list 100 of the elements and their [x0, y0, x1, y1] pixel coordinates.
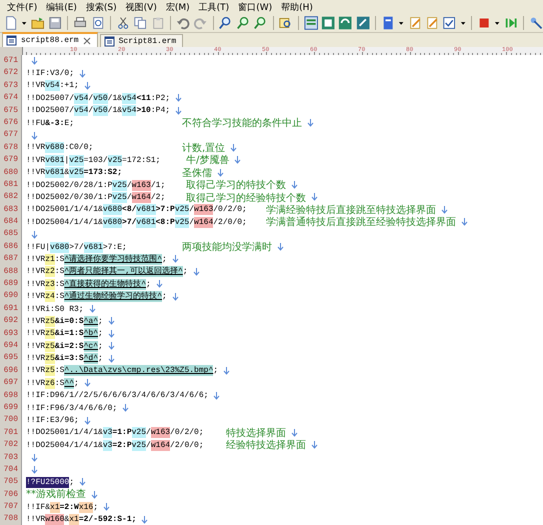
code-text: !!VR: [26, 316, 46, 327]
line-break-icon: [217, 168, 224, 177]
flag-token: w164: [150, 440, 170, 451]
variable-token: v50: [93, 105, 108, 116]
copy-icon[interactable]: [133, 15, 148, 31]
document-icon[interactable]: [380, 15, 396, 31]
flag-token: w163: [194, 204, 214, 216]
pin-icon[interactable]: [528, 15, 543, 31]
line-break-icon: [88, 305, 96, 313]
variable-token: v25: [132, 440, 146, 451]
menu-item[interactable]: 宏(M): [162, 0, 196, 14]
line-number: 671: [0, 55, 22, 68]
line-break-icon: [91, 490, 98, 499]
code-text: /1&: [108, 92, 122, 104]
code-comment: 学满经验特技后直接跳至特技选择界面: [266, 204, 436, 216]
line-break-icon: [311, 193, 318, 202]
find-in-files-icon[interactable]: [278, 15, 293, 31]
variable-token: v25: [69, 167, 84, 178]
line-number: 679: [0, 154, 22, 167]
line-break-icon: [291, 181, 298, 190]
checklist-icon[interactable]: [442, 15, 457, 31]
code-text: &i=3:S: [54, 353, 84, 364]
code-text: |: [64, 154, 70, 166]
line-break-icon: [79, 478, 86, 486]
code-text: /: [146, 440, 151, 451]
line-break-icon: [311, 441, 318, 450]
search-icon[interactable]: [218, 15, 233, 31]
line-break-icon: [31, 132, 38, 140]
close-icon[interactable]: [82, 36, 91, 44]
code-text: /0/2/0;: [213, 204, 247, 216]
line-break-icon: [213, 392, 220, 400]
save-icon[interactable]: [48, 15, 62, 31]
line-break-icon: [84, 82, 91, 90]
find-next-icon[interactable]: [236, 15, 250, 31]
code-text: !!VR: [26, 365, 46, 376]
line-number: 694: [0, 340, 22, 352]
code-comment: 两项技能均没学满时: [182, 240, 272, 254]
code-comment: 取得己学习的特技个数: [186, 178, 286, 192]
menu-item[interactable]: 窗口(W): [235, 0, 278, 14]
code-text: /0/2/0;: [170, 427, 204, 438]
variable-token: v680: [102, 204, 122, 216]
code-text: <8:P: [156, 216, 175, 228]
variable-token: v680: [102, 216, 122, 228]
menu-item[interactable]: 编辑(E): [43, 0, 83, 14]
line-number: 691: [0, 302, 22, 316]
code-comment: 经验特技选择界面: [226, 438, 306, 452]
code-text: =173:S2;: [84, 167, 122, 178]
code-text: !!VR: [26, 328, 46, 340]
code-text: !!IF:V3/0;: [26, 68, 74, 80]
code-text: :S: [54, 254, 64, 265]
line-break-icon: [31, 230, 38, 239]
code-text: !!VR: [26, 154, 46, 166]
code-text: >10: [136, 105, 151, 116]
code-text: :S: [54, 266, 64, 278]
code-text: /: [88, 92, 94, 104]
code-text: !!VR: [26, 266, 46, 278]
code-text: &i=0:S: [54, 316, 84, 327]
menu-item[interactable]: 工具(T): [196, 0, 236, 14]
code-comment: 计数,置位: [182, 142, 226, 154]
menu-item[interactable]: 视图(V): [122, 0, 163, 14]
code-text: :S: [54, 278, 64, 290]
menu-item[interactable]: 帮助(H): [278, 0, 319, 14]
string-variable-token: z5: [45, 316, 55, 327]
code-text: <8/: [122, 204, 136, 216]
string-variable-token: z4: [45, 291, 55, 302]
line-number: 673: [0, 80, 22, 92]
menu-item[interactable]: 文件(F): [4, 0, 44, 14]
line-number: 680: [0, 166, 22, 179]
selected-text: !?FU25000: [26, 476, 70, 488]
code-text: &i=1:S: [54, 328, 84, 340]
find-previous-icon[interactable]: [253, 15, 268, 31]
code-comment: **游戏前检查: [26, 489, 86, 500]
code-text: =103/: [84, 154, 108, 166]
file-tab[interactable]: script88.erm: [2, 32, 98, 47]
line-break-icon: [172, 292, 179, 301]
print-preview-icon[interactable]: [90, 15, 105, 31]
menu-item[interactable]: 搜索(S): [82, 0, 123, 14]
code-text: !!IF&: [26, 502, 50, 513]
line-break-icon: [79, 70, 86, 78]
flag-token: w164: [132, 192, 151, 203]
code-text: :P4;: [150, 105, 170, 116]
line-break-icon: [122, 404, 130, 412]
code-text: !!VRi:S0 R3;: [26, 304, 84, 314]
code-text: ;: [74, 378, 79, 389]
string-literal: ^^: [64, 378, 74, 389]
scissors-icon[interactable]: [116, 15, 130, 31]
code-text: =1:P: [112, 427, 132, 438]
code-text: /1;: [150, 180, 166, 191]
code-comment: 不符合学习技能的条件中止: [182, 116, 302, 130]
code-text: =2/-592:S-1;: [78, 514, 136, 525]
new-file-icon[interactable]: [4, 15, 18, 31]
file-tab[interactable]: Script81.erm: [100, 34, 184, 47]
code-text: !!VR: [26, 514, 46, 525]
string-literal: ^通过生物经验学习的特技^: [64, 291, 162, 302]
string-literal: ^..\Data\zvs\cmp.res\23%Z5.bmp^: [64, 365, 214, 376]
line-number: 697: [0, 377, 22, 390]
code-text: !!DO25002/0/28/1:P: [26, 180, 112, 191]
variable-token: v25: [132, 427, 146, 438]
variable-token: v680: [45, 142, 64, 154]
string-variable-token: z3: [45, 278, 55, 290]
